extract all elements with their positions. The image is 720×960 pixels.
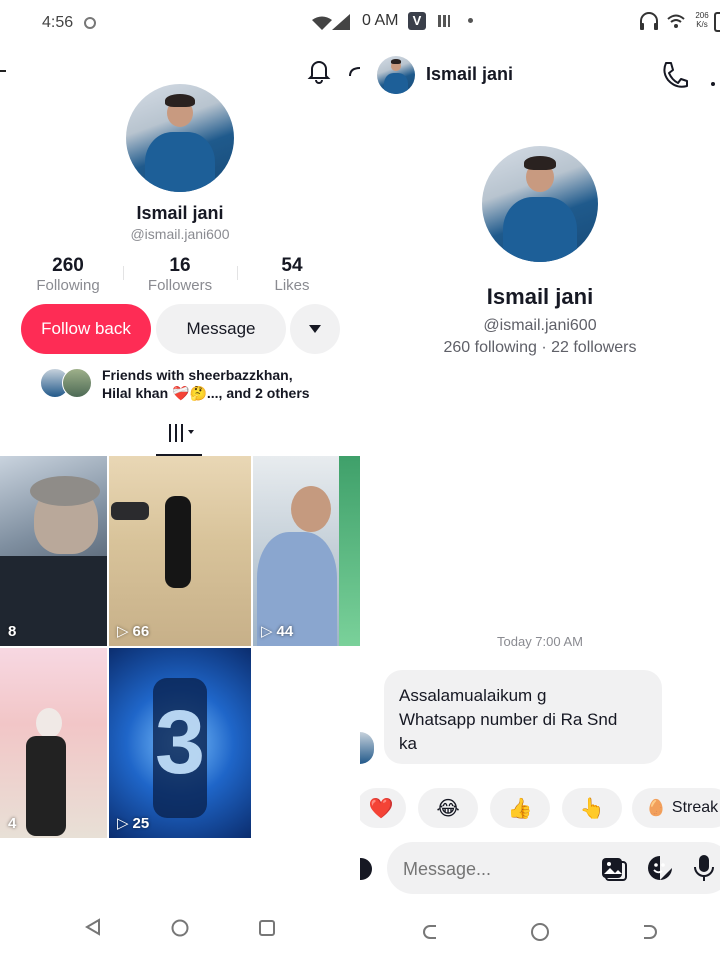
- status-time: 4:56: [42, 14, 74, 31]
- network-speed: 206 K/s: [692, 11, 712, 29]
- status-icon: [84, 17, 96, 29]
- nav-recents-icon[interactable]: [258, 919, 276, 942]
- play-icon: ▷: [117, 623, 129, 640]
- chat-profile-counts: 260 following · 22 followers: [443, 339, 637, 356]
- follow-back-button[interactable]: Follow back: [21, 304, 151, 354]
- stat-value: 16: [169, 255, 191, 276]
- nav-back-icon[interactable]: [84, 918, 102, 941]
- view-count: 4: [8, 815, 17, 832]
- nav-home-icon[interactable]: [170, 918, 190, 943]
- back-icon[interactable]: [0, 70, 6, 72]
- message-line: Whatsapp number di Ra Snd: [399, 710, 618, 729]
- stat-label: Likes: [274, 277, 310, 294]
- message-input[interactable]: [401, 842, 595, 896]
- video-thumbnail[interactable]: ▷ 44: [253, 456, 360, 646]
- wifi-icon: [666, 12, 686, 30]
- message-line: ka: [399, 734, 417, 753]
- message-line: Assalamualaikum g: [399, 686, 547, 705]
- profile-username: @ismail.jani600: [130, 226, 230, 242]
- divider: [123, 266, 124, 280]
- mutual-friends-text[interactable]: Friends with sheerbazzkhan, Hilal khan ❤…: [102, 366, 352, 402]
- quick-reaction-streak[interactable]: 🥚 Streak: [632, 788, 720, 828]
- notification-dot-icon: [468, 18, 473, 23]
- chat-profile-username: @ismail.jani600: [483, 317, 597, 334]
- nav-home-icon[interactable]: [530, 922, 550, 947]
- status-time: 0 AM: [362, 12, 399, 29]
- mutual-friends-line: Friends with sheerbazzkhan,: [102, 367, 293, 383]
- divider: [237, 266, 238, 280]
- network-speed-value: 206: [695, 11, 709, 20]
- camera-icon[interactable]: [360, 858, 372, 880]
- mutual-friends-line: Hilal khan ❤️‍🩹🤔..., and 2 others: [102, 385, 310, 401]
- sender-avatar: [360, 732, 374, 764]
- quick-reaction-heart[interactable]: ❤️: [360, 788, 406, 828]
- play-icon: ▷: [261, 623, 273, 640]
- stat-likes[interactable]: 54 Likes: [242, 255, 342, 294]
- stat-followers[interactable]: 16 Followers: [130, 255, 230, 294]
- profile-name: Ismail jani: [136, 203, 224, 223]
- chat-screen: 0 AM V 206 K/s Ismail jani Ismail jani @…: [360, 0, 720, 960]
- video-thumbnail[interactable]: 3 ▷ 25: [109, 648, 251, 838]
- view-count: ▷ 66: [117, 622, 150, 641]
- network-speed-unit: K/s: [696, 20, 708, 29]
- battery-icon: [714, 12, 720, 32]
- stat-label: Followers: [147, 277, 213, 294]
- chat-profile-avatar[interactable]: [482, 146, 598, 262]
- quick-reaction-point-up[interactable]: 👆: [562, 788, 622, 828]
- message-button[interactable]: Message: [156, 304, 286, 354]
- nav-back-icon[interactable]: [422, 922, 442, 947]
- streak-egg-icon: 🥚: [646, 800, 666, 817]
- chat-timestamp: Today 7:00 AM: [497, 634, 583, 649]
- video-thumbnail[interactable]: 4: [0, 648, 107, 838]
- profile-screen: 4:56 Ismail jani @ismail.jani600 260 Fol…: [0, 0, 360, 960]
- stat-value: 54: [281, 255, 303, 276]
- view-count: ▷ 44: [261, 622, 294, 641]
- view-count: 8: [8, 623, 17, 640]
- app-notification-icon: [436, 13, 452, 29]
- stat-following[interactable]: 260 Following: [18, 255, 118, 294]
- chat-profile-name: Ismail jani: [486, 284, 594, 309]
- message-input-bar[interactable]: [387, 842, 720, 896]
- more-dropdown-button[interactable]: [290, 304, 340, 354]
- microphone-icon[interactable]: [693, 854, 715, 882]
- more-options-icon[interactable]: [710, 74, 720, 86]
- play-icon: ▷: [117, 815, 129, 832]
- gallery-icon[interactable]: [601, 855, 627, 881]
- stat-label: Following: [36, 277, 100, 294]
- sticker-icon[interactable]: [647, 855, 673, 881]
- app-notification-icon: V: [408, 12, 426, 30]
- headphones-icon: [638, 11, 660, 31]
- quick-reaction-thumbs-up[interactable]: 👍: [490, 788, 550, 828]
- tab-videos[interactable]: [156, 420, 202, 456]
- header-avatar[interactable]: [377, 56, 415, 94]
- wifi-icon: [312, 16, 332, 30]
- share-icon[interactable]: [348, 62, 360, 82]
- chat-header-name[interactable]: Ismail jani: [426, 64, 513, 85]
- phone-call-icon[interactable]: [660, 60, 688, 90]
- avatar[interactable]: [126, 84, 234, 192]
- video-thumbnail[interactable]: 8: [0, 456, 107, 646]
- signal-icon: [332, 14, 350, 30]
- nav-recents-icon[interactable]: [638, 922, 658, 947]
- videos-grid-icon: [169, 424, 194, 442]
- chevron-down-icon: [309, 325, 321, 333]
- stat-value: 260: [52, 255, 84, 276]
- mutual-friends-avatars: [40, 368, 92, 398]
- message-bubble[interactable]: Assalamualaikum g Whatsapp number di Ra …: [384, 670, 662, 764]
- video-thumbnail[interactable]: ▷ 66: [109, 456, 251, 646]
- quick-reaction-laugh[interactable]: 😂: [418, 788, 478, 828]
- view-count: ▷ 25: [117, 814, 150, 833]
- bell-icon[interactable]: [306, 58, 332, 84]
